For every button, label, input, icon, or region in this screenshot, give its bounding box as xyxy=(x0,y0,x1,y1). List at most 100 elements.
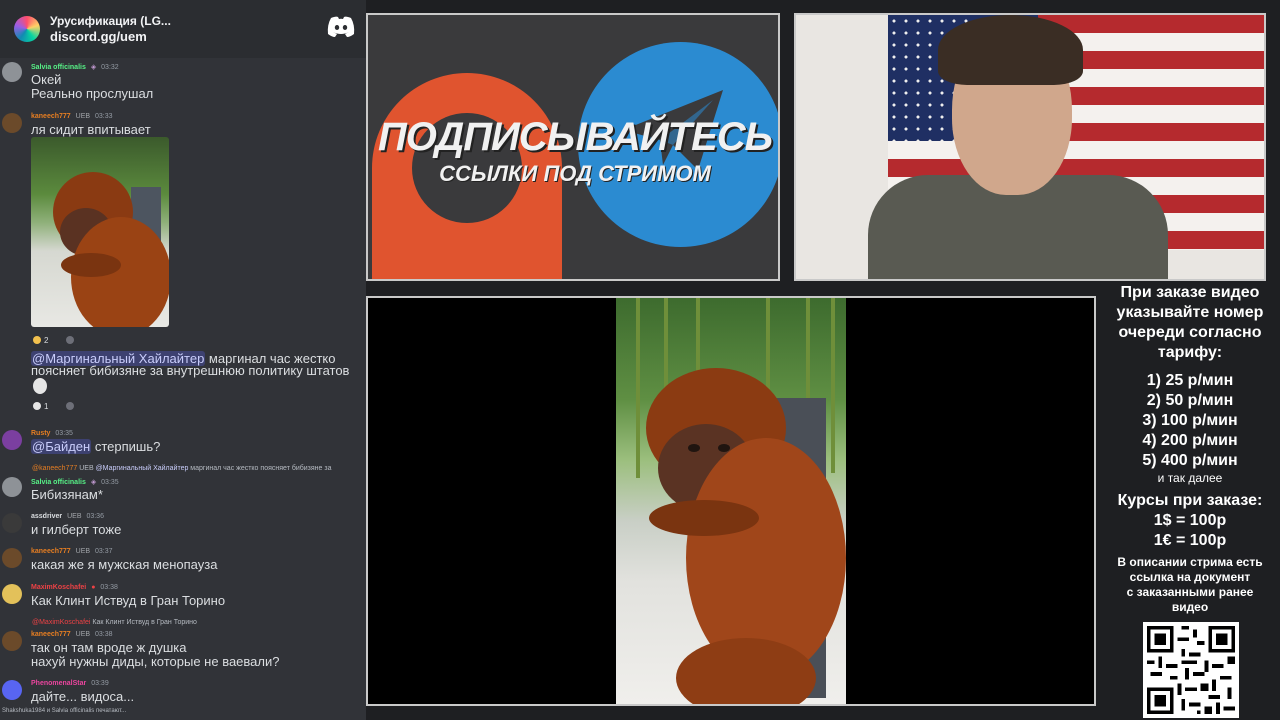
info-heading: тарифу: xyxy=(1157,344,1223,361)
username[interactable]: kaneech777 xyxy=(31,113,71,120)
username[interactable]: Salvia officinalis xyxy=(31,479,86,486)
info-note: ссылка на документ xyxy=(1129,570,1251,584)
username[interactable]: Rusty xyxy=(31,430,50,437)
webcam-feed xyxy=(794,13,1266,281)
message-text: дайте... видоса... xyxy=(31,689,135,704)
rates-title: Курсы при заказе: xyxy=(1117,492,1263,509)
message-meta: kaneech777 UEB 03:37 xyxy=(31,548,113,555)
orangutan-figure xyxy=(646,368,846,704)
role-icon: ◈ xyxy=(90,479,97,486)
info-heading: При заказе видео xyxy=(1120,284,1260,301)
username[interactable]: kaneech777 xyxy=(31,631,71,638)
reply-mention: @Маргинальный Хайлайтер xyxy=(95,465,189,472)
discord-logo-icon xyxy=(327,16,355,37)
timestamp: 03:39 xyxy=(91,680,109,687)
avatar[interactable] xyxy=(2,548,22,568)
server-name: Урусификация (LG... xyxy=(50,14,171,28)
message-text: Как Клинт Иствуд в Гран Торино xyxy=(31,593,226,608)
rate-item: 1€ = 100р xyxy=(1153,532,1227,549)
server-invite-link[interactable]: discord.gg/uem xyxy=(50,29,171,45)
tariff-item: 1) 25 р/мин xyxy=(1146,372,1234,389)
message-meta: PhenomenalStar 03:39 xyxy=(31,680,109,687)
username[interactable]: Salvia officinalis xyxy=(31,64,86,71)
timestamp: 03:38 xyxy=(95,631,113,638)
video-player[interactable] xyxy=(366,296,1096,706)
reply-text: маргинал час жестко поясняет бибизяне за xyxy=(188,465,332,472)
discord-chat-panel: Урусификация (LG... discord.gg/uem Salvi… xyxy=(0,0,366,720)
role-tag: UEB xyxy=(75,113,91,120)
orangutan-image xyxy=(53,172,169,327)
reply-preview[interactable]: @MaximKoschafei Как Клинт Иствуд в Гран … xyxy=(32,619,197,626)
avatar[interactable] xyxy=(2,584,22,604)
tariff-item: 3) 100 р/мин xyxy=(1142,412,1238,429)
promo-banner: ПОДПИСЫВАЙТЕСЬ ССЫЛКИ ПОД СТРИМОМ xyxy=(366,13,780,281)
attached-image[interactable] xyxy=(31,137,169,327)
message-meta: kaneech777 UEB 03:33 xyxy=(31,113,113,120)
tariff-item: 2) 50 р/мин xyxy=(1146,392,1234,409)
role-icon: ● xyxy=(91,584,96,591)
timestamp: 03:33 xyxy=(95,113,113,120)
username[interactable]: MaximKoschafei xyxy=(31,584,86,591)
message-meta: MaximKoschafei ● 03:38 xyxy=(31,584,118,591)
add-reaction-icon[interactable] xyxy=(66,336,74,344)
message-text: Бибизянам* xyxy=(31,487,103,502)
reply-text: Как Клинт Иствуд в Гран Торино xyxy=(90,619,197,626)
tariff-etc: и так далее xyxy=(1157,471,1223,485)
reaction[interactable]: 2 xyxy=(33,334,48,346)
reaction[interactable]: 1 xyxy=(33,400,48,412)
message-text: нахуй нужны диды, которые не ваевали? xyxy=(31,654,280,669)
add-reaction-icon[interactable] xyxy=(66,402,74,410)
avatar[interactable] xyxy=(2,477,22,497)
role-tag: UEB xyxy=(75,631,91,638)
avatar[interactable] xyxy=(2,513,22,533)
username[interactable]: kaneech777 xyxy=(31,548,71,555)
role-tag: UEB xyxy=(75,548,91,555)
avatar[interactable] xyxy=(2,680,22,700)
server-header[interactable]: Урусификация (LG... discord.gg/uem xyxy=(0,0,366,58)
message-meta: Rusty 03:35 xyxy=(31,430,73,437)
message-text: так он там вроде ж душка xyxy=(31,640,187,655)
message-meta: Salvia officinalis ◈ 03:35 xyxy=(31,478,119,486)
message-meta: kaneech777 UEB 03:38 xyxy=(31,631,113,638)
order-info-panel: При заказе видео указывайте номер очеред… xyxy=(1100,283,1280,615)
reply-username: @kaneech777 xyxy=(32,465,78,472)
streamer-hair xyxy=(938,15,1083,85)
promo-subtitle: ССЫЛКИ ПОД СТРИМОМ xyxy=(439,161,711,186)
reply-username: @MaximKoschafei xyxy=(32,619,91,626)
info-note: с заказанными ранее xyxy=(1126,585,1254,599)
promo-title: ПОДПИСЫВАЙТЕСЬ xyxy=(377,115,773,159)
avatar[interactable] xyxy=(2,113,22,133)
message-text: @Байден стерпишь? xyxy=(31,439,161,454)
message-text: какая же я мужская менопауза xyxy=(31,557,218,572)
rate-item: 1$ = 100р xyxy=(1153,512,1227,529)
message-meta: assdriver UEB 03:36 xyxy=(31,513,104,520)
reply-preview[interactable]: @kaneech777 UEB @Маргинальный Хайлайтер … xyxy=(32,465,332,472)
timestamp: 03:32 xyxy=(101,64,119,71)
typing-indicator: Shakshuka1984 и Salvia officinalis печат… xyxy=(2,708,127,714)
avatar[interactable] xyxy=(2,631,22,651)
avatar[interactable] xyxy=(2,430,22,450)
reply-role-tag: UEB xyxy=(79,465,94,472)
avatar[interactable] xyxy=(2,62,22,82)
qr-code xyxy=(1143,622,1239,718)
message-text: поясняет бибизяне за внутрешнюю политику… xyxy=(31,363,350,378)
info-heading: очереди согласно xyxy=(1118,324,1262,341)
tariff-item: 5) 400 р/мин xyxy=(1142,452,1238,469)
server-icon[interactable] xyxy=(14,16,40,42)
timestamp: 03:38 xyxy=(100,584,118,591)
timestamp: 03:35 xyxy=(101,479,119,486)
role-icon: ◈ xyxy=(90,64,97,71)
username[interactable]: assdriver xyxy=(31,513,62,520)
video-frame xyxy=(616,298,846,704)
info-heading: указывайте номер xyxy=(1116,304,1264,321)
user-mention[interactable]: @Байден xyxy=(31,439,92,454)
tariff-item: 4) 200 р/мин xyxy=(1142,432,1238,449)
message-text: и гилберт тоже xyxy=(31,522,122,537)
info-note: видео xyxy=(1171,600,1209,614)
username[interactable]: PhenomenalStar xyxy=(31,680,86,687)
emoji-icon xyxy=(33,402,41,410)
message-text-part: стерпишь? xyxy=(91,439,161,454)
info-note: В описании стрима есть xyxy=(1117,555,1263,569)
message-text: ля сидит впитывает xyxy=(31,122,151,137)
timestamp: 03:36 xyxy=(86,513,104,520)
